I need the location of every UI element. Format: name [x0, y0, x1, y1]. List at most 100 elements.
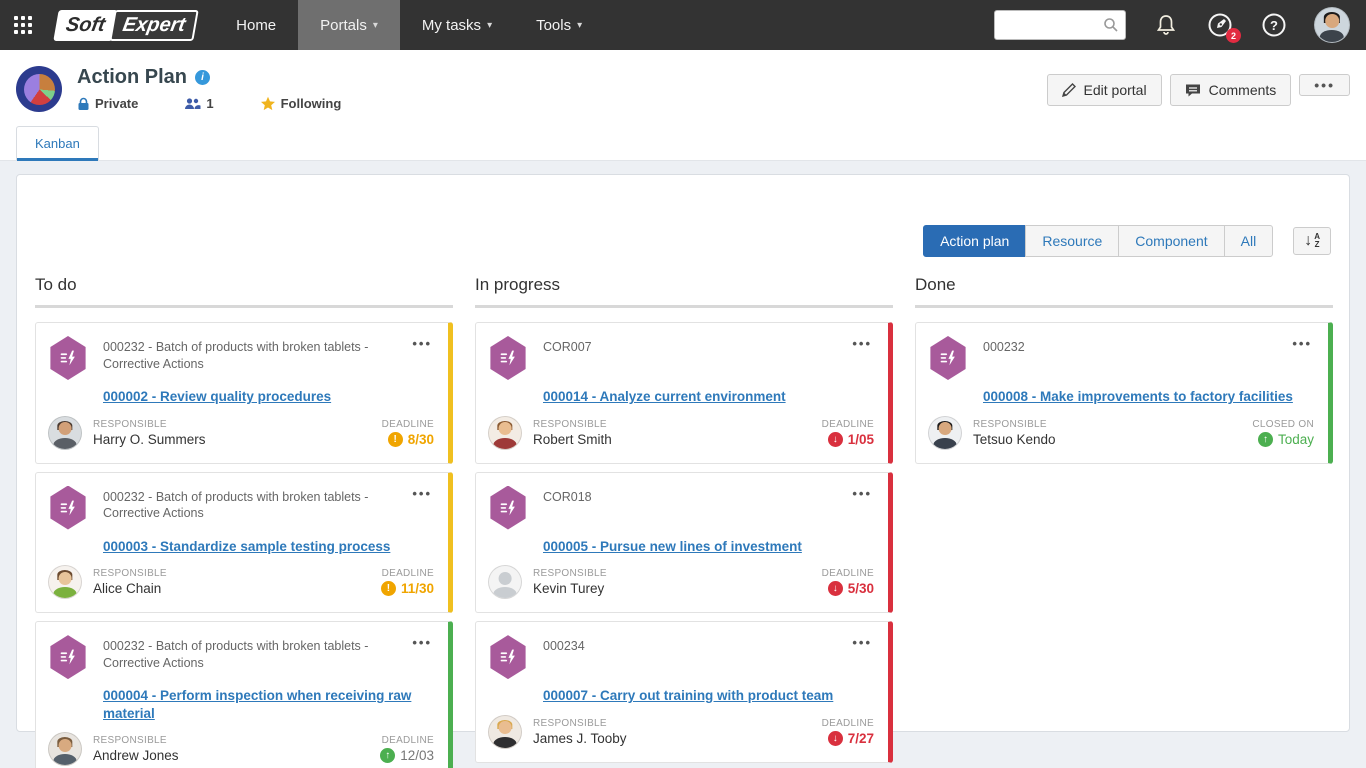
responsible-avatar — [488, 715, 522, 749]
deadline-label: DEADLINE — [382, 419, 434, 430]
responsible-avatar — [48, 732, 82, 766]
responsible-avatar — [48, 565, 82, 599]
action-plan-icon — [488, 336, 528, 380]
following-toggle[interactable]: Following — [260, 96, 342, 111]
action-plan-icon — [488, 486, 528, 530]
app-grid-icon[interactable] — [0, 0, 46, 50]
filter-component[interactable]: Component — [1118, 225, 1224, 257]
logo-part-soft: Soft — [53, 10, 117, 41]
more-actions-button[interactable]: ••• — [1299, 74, 1350, 96]
responsible-label: RESPONSIBLE — [93, 419, 382, 430]
overdue-icon: ↓ — [828, 731, 843, 746]
closed-on-value: Today — [1278, 432, 1314, 447]
responsible-name: Alice Chain — [93, 581, 381, 596]
main-nav: Home Portals ▾ My tasks ▾ Tools ▾ — [214, 0, 604, 50]
card-context: COR007 — [543, 339, 840, 356]
top-navigation-bar: Soft Expert Home Portals ▾ My tasks ▾ To… — [0, 0, 1366, 50]
filter-action-plan[interactable]: Action plan — [923, 225, 1026, 257]
card-link[interactable]: 000005 - Pursue new lines of investment — [543, 538, 874, 556]
softexpert-logo[interactable]: Soft Expert — [53, 10, 199, 41]
kanban-card[interactable]: COR018 ••• 000005 - Pursue new lines of … — [475, 472, 893, 614]
nav-tools[interactable]: Tools ▾ — [514, 0, 604, 50]
search-icon[interactable] — [1103, 17, 1119, 38]
edit-portal-button[interactable]: Edit portal — [1047, 74, 1162, 106]
column-title: Done — [915, 275, 1333, 308]
kanban-card[interactable]: 000232 ••• 000008 - Make improvements to… — [915, 322, 1333, 464]
card-menu-button[interactable]: ••• — [410, 486, 434, 501]
help-icon[interactable]: ? — [1260, 11, 1288, 39]
card-menu-button[interactable]: ••• — [850, 635, 874, 650]
card-link[interactable]: 000002 - Review quality procedures — [103, 388, 434, 406]
chevron-down-icon: ▾ — [577, 20, 582, 31]
card-menu-button[interactable]: ••• — [410, 336, 434, 351]
kanban-card[interactable]: COR007 ••• 000014 - Analyze current envi… — [475, 322, 893, 464]
closed-on-label: CLOSED ON — [1252, 419, 1314, 430]
responsible-name: Harry O. Summers — [93, 432, 382, 447]
deadline-label: DEADLINE — [380, 735, 434, 746]
responsible-name: James J. Tooby — [533, 731, 822, 746]
whats-new-icon[interactable]: 2 — [1206, 11, 1234, 39]
responsible-label: RESPONSIBLE — [973, 419, 1252, 430]
comments-button[interactable]: Comments — [1170, 74, 1292, 106]
warning-icon: ! — [381, 581, 396, 596]
responsible-avatar — [488, 416, 522, 450]
ellipsis-icon: ••• — [1292, 336, 1312, 351]
card-menu-button[interactable]: ••• — [850, 336, 874, 351]
responsible-avatar — [488, 565, 522, 599]
card-context: 000232 - Batch of products with broken t… — [103, 339, 400, 373]
chevron-down-icon: ▾ — [487, 20, 492, 31]
star-icon — [260, 96, 276, 111]
responsible-name: Andrew Jones — [93, 748, 380, 763]
filter-all[interactable]: All — [1224, 225, 1274, 257]
responsible-name: Tetsuo Kendo — [973, 432, 1252, 447]
kanban-panel: Action plan Resource Component All ↓ AZ … — [16, 174, 1350, 732]
deadline-value: 12/03 — [400, 748, 434, 763]
card-link[interactable]: 000014 - Analyze current environment — [543, 388, 874, 406]
responsible-label: RESPONSIBLE — [533, 568, 822, 579]
card-context: 000232 - Batch of products with broken t… — [103, 489, 400, 523]
logo-part-expert: Expert — [109, 10, 199, 41]
tab-bar: Kanban — [16, 126, 1350, 160]
user-avatar[interactable] — [1314, 7, 1350, 43]
lock-icon — [77, 97, 90, 111]
action-plan-icon — [928, 336, 968, 380]
kanban-card[interactable]: 000234 ••• 000007 - Carry out training w… — [475, 621, 893, 763]
ellipsis-icon: ••• — [852, 486, 872, 501]
column-done: Done 000232 ••• 000008 - Make improvemen… — [915, 275, 1333, 768]
members-count[interactable]: 1 — [184, 96, 213, 111]
sort-az-icon: AZ — [1314, 233, 1320, 249]
card-menu-button[interactable]: ••• — [1290, 336, 1314, 351]
responsible-label: RESPONSIBLE — [93, 735, 380, 746]
warning-icon: ! — [388, 432, 403, 447]
card-link[interactable]: 000008 - Make improvements to factory fa… — [983, 388, 1314, 406]
nav-portals[interactable]: Portals ▾ — [298, 0, 400, 50]
tab-kanban[interactable]: Kanban — [16, 126, 99, 160]
deadline-label: DEADLINE — [822, 419, 874, 430]
kanban-card[interactable]: 000232 - Batch of products with broken t… — [35, 472, 453, 614]
notifications-bell-icon[interactable] — [1152, 11, 1180, 39]
card-link[interactable]: 000004 - Perform inspection when receivi… — [103, 687, 434, 722]
column-in-progress: In progress COR007 ••• 000014 - Analyze … — [475, 275, 893, 768]
on-time-icon: ↑ — [1258, 432, 1273, 447]
sort-arrow-icon: ↓ — [1304, 232, 1312, 250]
grid-dots-icon — [13, 15, 33, 35]
users-icon — [184, 97, 201, 110]
deadline-label: DEADLINE — [822, 718, 874, 729]
deadline-label: DEADLINE — [381, 568, 434, 579]
sort-button[interactable]: ↓ AZ — [1293, 227, 1331, 255]
column-todo: To do 000232 - Batch of products with br… — [35, 275, 453, 768]
kanban-card[interactable]: 000232 - Batch of products with broken t… — [35, 621, 453, 768]
card-menu-button[interactable]: ••• — [850, 486, 874, 501]
column-title: In progress — [475, 275, 893, 308]
info-icon[interactable]: i — [195, 70, 210, 85]
ellipsis-icon: ••• — [412, 486, 432, 501]
card-link[interactable]: 000003 - Standardize sample testing proc… — [103, 538, 434, 556]
kanban-card[interactable]: 000232 - Batch of products with broken t… — [35, 322, 453, 464]
nav-home[interactable]: Home — [214, 0, 298, 50]
card-menu-button[interactable]: ••• — [410, 635, 434, 650]
card-context: COR018 — [543, 489, 840, 506]
page-title: Action Plan — [77, 66, 187, 89]
card-link[interactable]: 000007 - Carry out training with product… — [543, 687, 874, 705]
filter-resource[interactable]: Resource — [1025, 225, 1119, 257]
nav-my-tasks[interactable]: My tasks ▾ — [400, 0, 514, 50]
